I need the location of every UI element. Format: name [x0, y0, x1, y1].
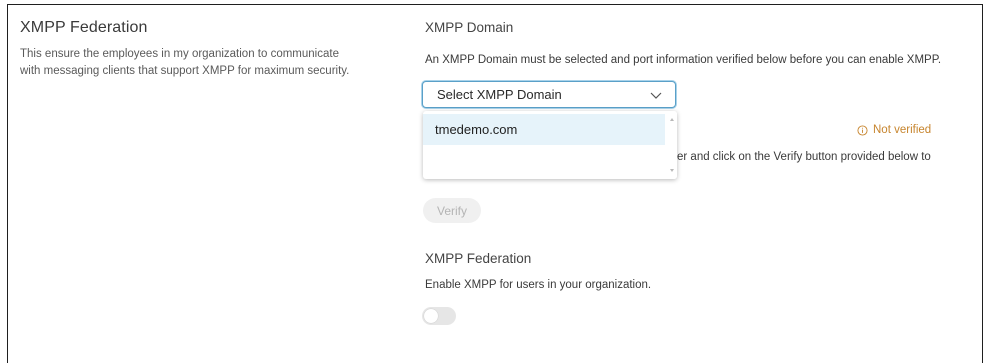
port-instruction-text: er and click on the Verify button provid…: [677, 151, 931, 163]
dropdown-option-label: tmedemo.com: [435, 122, 518, 137]
xmpp-federation-toggle[interactable]: [422, 307, 456, 325]
xmpp-domain-heading: XMPP Domain: [425, 20, 514, 35]
select-value: Select XMPP Domain: [437, 87, 562, 102]
info-icon: [857, 124, 868, 136]
status-text: Not verified: [873, 124, 932, 136]
verify-button[interactable]: Verify: [423, 198, 481, 223]
chevron-down-icon: [650, 92, 662, 99]
xmpp-federation-heading: XMPP Federation: [425, 251, 532, 266]
xmpp-domain-description: An XMPP Domain must be selected and port…: [425, 54, 942, 66]
scroll-up-icon[interactable]: [670, 118, 674, 121]
verification-status: Not verified: [857, 124, 931, 136]
section-title: XMPP Federation: [20, 19, 148, 36]
section-description: This ensure the employees in my organiza…: [20, 48, 350, 77]
xmpp-federation-description: Enable XMPP for users in your organizati…: [425, 279, 652, 291]
xmpp-domain-select[interactable]: Select XMPP Domain: [422, 81, 676, 108]
scroll-down-icon[interactable]: [670, 169, 674, 172]
xmpp-domain-dropdown: tmedemo.com: [423, 111, 677, 179]
toggle-knob: [424, 309, 438, 323]
dropdown-scrollbar[interactable]: [667, 111, 677, 179]
dropdown-option-tmedemo[interactable]: tmedemo.com: [423, 114, 665, 145]
dropdown-option-empty[interactable]: [423, 145, 665, 176]
